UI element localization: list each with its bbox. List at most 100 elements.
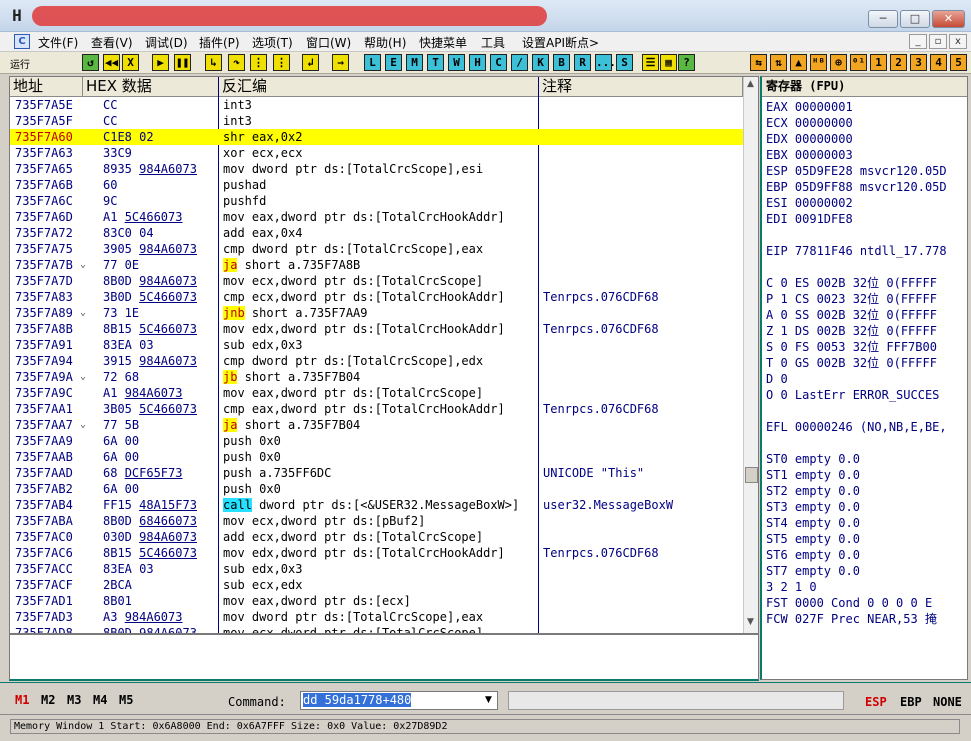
column-header-address[interactable]: 地址 <box>10 77 83 97</box>
register-line[interactable]: EBX 00000003 <box>766 147 853 163</box>
register-line[interactable]: EDX 00000000 <box>766 131 853 147</box>
table-row[interactable]: 735F7A75 3905 984A6073 cmp dword ptr ds:[T… <box>10 241 743 257</box>
table-row[interactable]: 735F7A9A ⌄ 72 68 jb short a.735F7B04 <box>10 369 743 385</box>
window-2-button[interactable]: 2 <box>890 54 907 71</box>
table-row[interactable]: 735F7A89 ⌄ 73 1E jnb short a.735F7AA9 <box>10 305 743 321</box>
register-line[interactable]: ST0 empty 0.0 <box>766 451 860 467</box>
menu-view[interactable]: 查看(V) <box>91 34 133 51</box>
step-into-icon[interactable]: ↳ <box>205 54 222 71</box>
maximize-button[interactable]: □ <box>900 10 930 28</box>
register-line[interactable]: EBP 05D9FF88 msvcr120.05D <box>766 179 947 195</box>
table-row[interactable]: 735F7A91 83EA 03 sub edx,0x3 <box>10 337 743 353</box>
triangle-icon[interactable]: ▲ <box>790 54 807 71</box>
close-x-icon[interactable]: X <box>122 54 139 71</box>
toolbar-letter-e[interactable]: E <box>385 54 402 71</box>
table-row[interactable]: 735F7A9C A1 984A6073 mov eax,dword ptr ds:… <box>10 385 743 401</box>
table-row[interactable]: 735F7A65 8935 984A6073 mov dword ptr ds:[T… <box>10 161 743 177</box>
scroll-thumb[interactable] <box>745 467 758 483</box>
menu-plugins[interactable]: 插件(P) <box>199 34 240 51</box>
table-row[interactable]: 735F7AA9 6A 00 push 0x0 <box>10 433 743 449</box>
menu-help[interactable]: 帮助(H) <box>364 34 406 51</box>
toolbar-letter-l[interactable]: L <box>364 54 381 71</box>
table-row[interactable]: 735F7AA7 ⌄ 77 5B ja short a.735F7B04 <box>10 417 743 433</box>
table-row[interactable]: 735F7AAD 68 DCF65F73 push a.735FF6DC UNICOD… <box>10 465 743 481</box>
help-icon[interactable]: ? <box>678 54 695 71</box>
register-line[interactable]: A 0 SS 002B 32位 0(FFFFF <box>766 307 937 323</box>
table-row[interactable]: 735F7AC6 8B15 5C466073 mov edx,dword ptr d… <box>10 545 743 561</box>
memory-window-m4[interactable]: M4 <box>93 693 107 707</box>
table-row[interactable]: 735F7A6D A1 5C466073 mov eax,dword ptr ds:… <box>10 209 743 225</box>
register-line[interactable]: ST3 empty 0.0 <box>766 499 860 515</box>
menu-options[interactable]: 选项(T) <box>252 34 293 51</box>
sort-icon[interactable]: ⇅ <box>770 54 787 71</box>
command-input-value[interactable]: dd 59da1778+480 <box>303 693 412 707</box>
mode-esp[interactable]: ESP <box>865 695 887 709</box>
menu-debug[interactable]: 调试(D) <box>145 34 188 51</box>
table-row[interactable]: 735F7AC0 030D 984A6073 add ecx,dword ptr d… <box>10 529 743 545</box>
memory-window-m2[interactable]: M2 <box>41 693 55 707</box>
disassembly-pane[interactable]: 地址 HEX 数据 反汇编 注释 735F7A5E CC int3 735F7A5F C… <box>9 76 759 634</box>
register-line[interactable]: P 1 CS 0023 32位 0(FFFFF <box>766 291 937 307</box>
stop-icon[interactable]: ◀◀ <box>103 54 120 71</box>
registers-title[interactable]: 寄存器 (FPU) <box>762 77 967 97</box>
window-1-button[interactable]: 1 <box>870 54 887 71</box>
register-line[interactable]: FCW 027F Prec NEAR,53 掩 <box>766 611 937 627</box>
memory-window-m3[interactable]: M3 <box>67 693 81 707</box>
step-over-icon[interactable]: ↷ <box>228 54 245 71</box>
toolbar-letter-b[interactable]: B <box>553 54 570 71</box>
column-header-hex[interactable]: HEX 数据 <box>83 77 219 97</box>
register-line[interactable]: 3 2 1 0 <box>766 579 817 595</box>
register-line[interactable]: EDI 0091DFE8 <box>766 211 853 227</box>
column-header-disasm[interactable]: 反汇编 <box>219 77 539 97</box>
registers-pane[interactable]: 寄存器 (FPU) EAX 00000001 ECX 00000000 EDX 00… <box>760 76 968 680</box>
child-restore-button[interactable]: ▫ <box>929 34 947 49</box>
table-row[interactable]: 735F7AD1 8B01 mov eax,dword ptr ds:[ecx] <box>10 593 743 609</box>
swap-icon[interactable]: ⇆ <box>750 54 767 71</box>
table-row[interactable]: 735F7AD8 8B0D 984A6073 mov ecx,dword ptr d… <box>10 625 743 633</box>
chevron-down-icon[interactable]: ▼ <box>485 691 492 710</box>
table-row[interactable]: 735F7A94 3915 984A6073 cmp dword ptr ds:[T… <box>10 353 743 369</box>
register-line[interactable]: FST 0000 Cond 0 0 0 0 E <box>766 595 932 611</box>
window-4-button[interactable]: 4 <box>930 54 947 71</box>
register-line[interactable]: EFL 00000246 (NO,NB,E,BE, <box>766 419 947 435</box>
register-line[interactable]: EAX 00000001 <box>766 99 853 115</box>
mode-none[interactable]: NONE <box>933 695 962 709</box>
register-line[interactable]: T 0 GS 002B 32位 0(FFFFF <box>766 355 937 371</box>
toolbar-letter-slash[interactable]: / <box>511 54 528 71</box>
goto-icon[interactable]: → <box>332 54 349 71</box>
binary-icon[interactable]: ⁰¹ <box>850 54 867 71</box>
rewind-icon[interactable]: ↺ <box>82 54 99 71</box>
toolbar-letter-s[interactable]: S <box>616 54 633 71</box>
table-row[interactable]: 735F7ACC 83EA 03 sub edx,0x3 <box>10 561 743 577</box>
hb-icon[interactable]: ᴴᴮ <box>810 54 827 71</box>
list-icon[interactable]: ☰ <box>642 54 659 71</box>
child-minimize-button[interactable]: _ <box>909 34 927 49</box>
table-row[interactable]: 735F7AB2 6A 00 push 0x0 <box>10 481 743 497</box>
execute-till-return-icon[interactable]: ↲ <box>302 54 319 71</box>
column-header-comment[interactable]: 注释 <box>539 77 743 97</box>
menu-window[interactable]: 窗口(W) <box>306 34 351 51</box>
table-row[interactable]: 735F7A83 3B0D 5C466073 cmp ecx,dword ptr d… <box>10 289 743 305</box>
mode-ebp[interactable]: EBP <box>900 695 922 709</box>
table-row[interactable]: 735F7A5E CC int3 <box>10 97 743 113</box>
play-icon[interactable]: ▶ <box>152 54 169 71</box>
minimize-button[interactable]: ─ <box>868 10 898 28</box>
table-row[interactable]: 735F7A63 33C9 xor ecx,ecx <box>10 145 743 161</box>
scroll-up-icon[interactable]: ▲ <box>747 79 754 89</box>
table-row[interactable]: 735F7AAB 6A 00 push 0x0 <box>10 449 743 465</box>
table-row[interactable]: 735F7A6B 60 pushad <box>10 177 743 193</box>
table-row[interactable]: 735F7A6C 9C pushfd <box>10 193 743 209</box>
register-line[interactable]: EIP 77811F46 ntdll_17.778 <box>766 243 947 259</box>
toolbar-letter-ellipsis[interactable]: ... <box>595 54 616 71</box>
register-line[interactable]: O 0 LastErr ERROR_SUCCES <box>766 387 939 403</box>
table-row[interactable]: 735F7A5F CC int3 <box>10 113 743 129</box>
register-line[interactable]: C 0 ES 002B 32位 0(FFFFF <box>766 275 937 291</box>
toolbar-letter-m[interactable]: M <box>406 54 423 71</box>
register-line[interactable]: ST4 empty 0.0 <box>766 515 860 531</box>
register-line[interactable]: ST7 empty 0.0 <box>766 563 860 579</box>
memory-window-m1[interactable]: M1 <box>15 693 29 707</box>
menu-tools[interactable]: 工具 <box>481 34 505 51</box>
register-line[interactable]: ESI 00000002 <box>766 195 853 211</box>
window-3-button[interactable]: 3 <box>910 54 927 71</box>
window-5-button[interactable]: 5 <box>950 54 967 71</box>
